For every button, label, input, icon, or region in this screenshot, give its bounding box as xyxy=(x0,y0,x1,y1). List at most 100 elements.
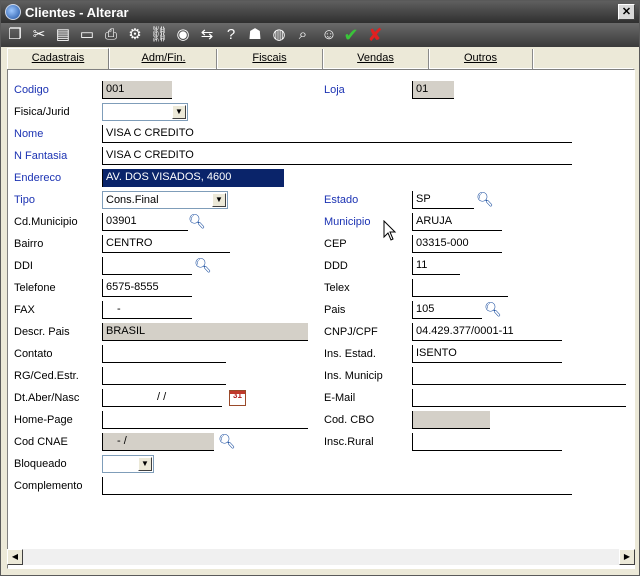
globe-icon[interactable]: ◉ xyxy=(173,25,193,45)
fax-label: FAX xyxy=(14,304,35,316)
cd-municipio-label: Cd.Municipio xyxy=(14,216,78,228)
rg-label: RG/Ced.Estr. xyxy=(14,370,79,382)
cod-cnae-field[interactable]: - / xyxy=(102,433,214,451)
cd-municipio-field[interactable]: 03901 xyxy=(102,213,188,231)
complemento-label: Complemento xyxy=(14,480,83,492)
telefone-label: Telefone xyxy=(14,282,56,294)
fisica-jurid-combo[interactable]: ▼ xyxy=(102,103,188,121)
rg-field[interactable] xyxy=(102,367,226,385)
user-icon[interactable]: ☗ xyxy=(245,25,265,45)
help-icon[interactable]: ? xyxy=(221,25,241,45)
tab-vendas[interactable]: Vendas xyxy=(323,49,429,69)
app-icon xyxy=(5,4,21,20)
tab-strip: Cadastrais Adm/Fin. Fiscais Vendas Outro… xyxy=(7,48,633,69)
clientes-window: Clientes - Alterar ✕ ❐ ✂ ▤ ▭ ⎙ ⚙ ⛓ ◉ ⇆ ?… xyxy=(0,0,640,576)
email-label: E-Mail xyxy=(324,392,356,404)
fax-field[interactable]: - xyxy=(102,301,192,319)
insc-rural-label: Insc.Rural xyxy=(324,436,374,448)
ddi-field[interactable] xyxy=(102,257,192,275)
codigo-field[interactable]: 001 xyxy=(102,81,172,99)
paste-icon[interactable]: ▤ xyxy=(53,25,73,45)
loja-label: Loja xyxy=(324,84,345,96)
ddd-field[interactable]: 11 xyxy=(412,257,460,275)
municipio-field[interactable]: ARUJA xyxy=(412,213,502,231)
transfer-icon[interactable]: ⇆ xyxy=(197,25,217,45)
toolbar: ❐ ✂ ▤ ▭ ⎙ ⚙ ⛓ ◉ ⇆ ? ☗ ◍ ⌕ ☺ ✔ ✘ xyxy=(1,23,639,47)
ddi-search-icon[interactable]: 🔍︎ xyxy=(194,256,212,274)
pais-search-icon[interactable]: 🔍︎ xyxy=(484,300,502,318)
endereco-field[interactable]: AV. DOS VISADOS, 4600 xyxy=(102,169,284,187)
cep-label: CEP xyxy=(324,238,347,250)
confirm-check-icon[interactable]: ✔ xyxy=(341,25,361,45)
tab-label: Cadastrais xyxy=(31,52,85,64)
bloqueado-combo[interactable]: ▼ xyxy=(102,455,154,473)
tab-label: Adm/Fin. xyxy=(141,52,186,64)
chevron-down-icon[interactable]: ▼ xyxy=(172,105,186,119)
contato-label: Contato xyxy=(14,348,53,360)
telex-field[interactable] xyxy=(412,279,508,297)
dt-aber-label: Dt.Aber/Nasc xyxy=(14,392,80,404)
scroll-right-icon[interactable]: ▶ xyxy=(619,549,635,565)
ins-municip-field[interactable] xyxy=(412,367,626,385)
cep-field[interactable]: 03315-000 xyxy=(412,235,502,253)
chevron-down-icon[interactable]: ▼ xyxy=(138,457,152,471)
money-icon[interactable]: ▭ xyxy=(77,25,97,45)
home-page-label: Home-Page xyxy=(14,414,73,426)
insc-rural-field[interactable] xyxy=(412,433,562,451)
ddi-label: DDI xyxy=(14,260,33,272)
cnpj-cpf-field[interactable]: 04.429.377/0001-11 xyxy=(412,323,562,341)
complemento-field[interactable] xyxy=(102,477,572,495)
tab-cadastrais[interactable]: Cadastrais xyxy=(7,48,109,69)
pais-field[interactable]: 105 xyxy=(412,301,482,319)
cod-cbo-field[interactable] xyxy=(412,411,490,429)
settings-icon[interactable]: ⚙ xyxy=(125,25,145,45)
calendar-icon[interactable]: 31 xyxy=(229,390,246,406)
copy-icon[interactable]: ❐ xyxy=(5,25,25,45)
descr-pais-label: Descr. Pais xyxy=(14,326,70,338)
combo-value: Cons.Final xyxy=(106,194,159,206)
bairro-label: Bairro xyxy=(14,238,44,250)
dt-aber-field[interactable]: / / xyxy=(102,389,222,407)
estado-search-icon[interactable]: 🔍︎ xyxy=(476,190,494,208)
codigo-label: Codigo xyxy=(14,84,49,96)
nome-label: Nome xyxy=(14,128,44,140)
tab-fiscais[interactable]: Fiscais xyxy=(217,49,323,69)
cod-cnae-search-icon[interactable]: 🔍︎ xyxy=(218,432,236,450)
cd-municipio-search-icon[interactable]: 🔍︎ xyxy=(188,212,206,230)
tab-outros[interactable]: Outros xyxy=(429,49,533,69)
municipio-label: Municipio xyxy=(324,216,371,228)
globe2-icon[interactable]: ◍ xyxy=(269,25,289,45)
cut-icon[interactable]: ✂ xyxy=(29,25,49,45)
chevron-down-icon[interactable]: ▼ xyxy=(212,193,226,207)
form-panel: Codigo Fisica/Jurid Nome N Fantasia Ende… xyxy=(7,69,635,569)
cod-cbo-label: Cod. CBO xyxy=(324,414,375,426)
email-field[interactable] xyxy=(412,389,626,407)
scroll-left-icon[interactable]: ◀ xyxy=(7,549,23,565)
person-icon[interactable]: ☺ xyxy=(319,25,339,45)
contato-field[interactable] xyxy=(102,345,226,363)
loja-field[interactable]: 01 xyxy=(412,81,454,99)
horizontal-scrollbar[interactable]: ◀ ▶ xyxy=(7,549,635,565)
bairro-field[interactable]: CENTRO xyxy=(102,235,230,253)
endereco-label: Endereco xyxy=(14,172,62,184)
tab-label: Fiscais xyxy=(252,52,287,64)
telefone-field[interactable]: 6575-8555 xyxy=(102,279,192,297)
n-fantasia-label: N Fantasia xyxy=(14,150,68,162)
search-doc-icon[interactable]: ⌕ xyxy=(293,25,313,45)
title-bar: Clientes - Alterar ✕ xyxy=(1,1,639,23)
tab-adm-fin[interactable]: Adm/Fin. xyxy=(111,49,217,69)
fisica-jurid-label: Fisica/Jurid xyxy=(14,106,70,118)
close-button[interactable]: ✕ xyxy=(618,4,635,20)
link-icon[interactable]: ⛓ xyxy=(149,25,169,45)
ins-estad-field[interactable]: ISENTO xyxy=(412,345,562,363)
tipo-combo[interactable]: Cons.Final ▼ xyxy=(102,191,228,209)
ins-municip-label: Ins. Municip xyxy=(324,370,383,382)
telex-label: Telex xyxy=(324,282,350,294)
cancel-x-icon[interactable]: ✘ xyxy=(365,25,385,45)
nome-field[interactable]: VISA C CREDITO xyxy=(102,125,572,143)
home-page-field[interactable] xyxy=(102,411,308,429)
descr-pais-field[interactable]: BRASIL xyxy=(102,323,308,341)
print-icon[interactable]: ⎙ xyxy=(101,25,121,45)
estado-field[interactable]: SP xyxy=(412,191,474,209)
n-fantasia-field[interactable]: VISA C CREDITO xyxy=(102,147,572,165)
